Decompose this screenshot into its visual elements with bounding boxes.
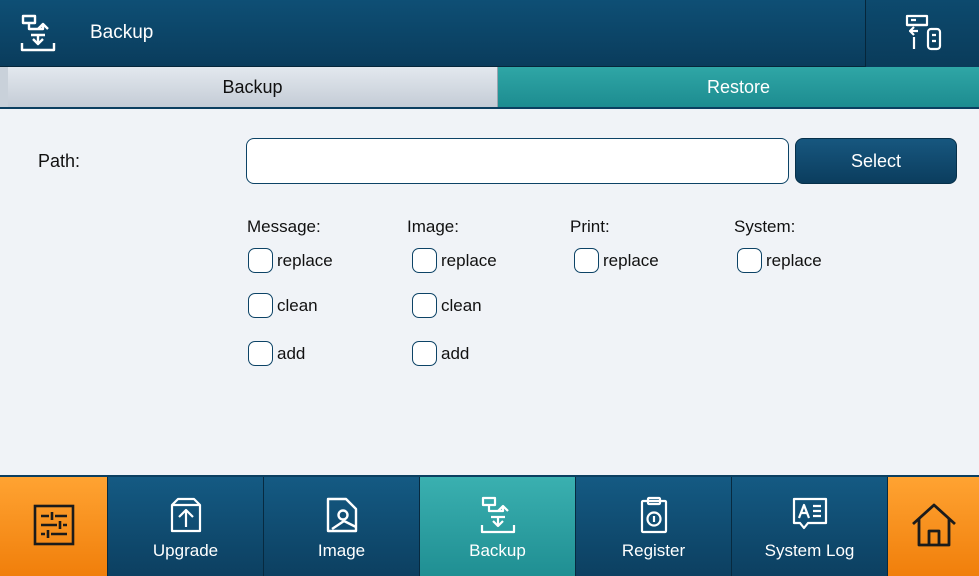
tab-bar: Backup Restore <box>8 67 979 107</box>
backup-screen: Backup Backup Restore Path: Select Messa… <box>0 0 979 576</box>
system-group-title: System: <box>734 217 796 236</box>
system-log-icon <box>792 497 827 530</box>
tab-restore[interactable]: Restore <box>498 67 979 107</box>
print-group-title: Print: <box>570 217 610 236</box>
select-button[interactable]: Select <box>795 138 957 184</box>
image-replace-checkbox[interactable] <box>412 248 437 273</box>
upgrade-icon <box>170 497 201 533</box>
image-clean-option[interactable]: clean <box>412 293 482 318</box>
bottom-navigation: Upgrade Image Backup Register System Log <box>0 475 979 576</box>
option-label: replace <box>441 250 497 270</box>
option-label: clean <box>441 295 482 315</box>
home-icon <box>911 503 956 547</box>
print-replace-checkbox[interactable] <box>574 248 599 273</box>
message-clean-checkbox[interactable] <box>248 293 273 318</box>
settings-sliders-icon <box>33 504 74 546</box>
image-tag-icon <box>326 497 357 533</box>
title-bar: Backup <box>0 0 979 67</box>
nav-image-button[interactable]: Image <box>264 477 420 576</box>
nav-upgrade-label: Upgrade <box>152 541 219 560</box>
option-label: replace <box>766 250 822 270</box>
message-group-title: Message: <box>247 217 321 236</box>
nav-home-button[interactable] <box>888 477 979 576</box>
tab-divider <box>0 107 979 109</box>
usb-transfer-icon <box>905 14 942 51</box>
option-label: replace <box>603 250 659 270</box>
path-label: Path: <box>38 151 81 171</box>
system-group: System: <box>734 216 795 238</box>
print-replace-option[interactable]: replace <box>574 248 659 273</box>
nav-backup-label: Backup <box>469 541 526 560</box>
page-title: Backup <box>90 22 154 43</box>
message-add-option[interactable]: add <box>248 341 305 366</box>
option-label: add <box>441 343 470 363</box>
nav-system-log-button[interactable]: System Log <box>732 477 888 576</box>
message-replace-checkbox[interactable] <box>248 248 273 273</box>
option-label: add <box>277 343 306 363</box>
image-replace-option[interactable]: replace <box>412 248 497 273</box>
image-add-checkbox[interactable] <box>412 341 437 366</box>
tab-strip-edge <box>0 67 8 107</box>
nav-register-label: Register <box>621 541 686 560</box>
register-icon <box>640 496 667 534</box>
image-clean-checkbox[interactable] <box>412 293 437 318</box>
system-replace-option[interactable]: replace <box>737 248 822 273</box>
nav-settings-button[interactable] <box>0 477 108 576</box>
option-label: replace <box>277 250 333 270</box>
usb-transfer-button[interactable] <box>865 0 979 67</box>
nav-system-log-label: System Log <box>764 541 855 560</box>
image-group: Image: <box>407 216 459 238</box>
message-replace-option[interactable]: replace <box>248 248 333 273</box>
message-clean-option[interactable]: clean <box>248 293 318 318</box>
system-replace-checkbox[interactable] <box>737 248 762 273</box>
nav-backup-button[interactable]: Backup <box>420 477 576 576</box>
option-label: clean <box>277 295 318 315</box>
nav-upgrade-button[interactable]: Upgrade <box>108 477 264 576</box>
message-group: Message: <box>247 216 321 238</box>
nav-register-button[interactable]: Register <box>576 477 732 576</box>
backup-icon <box>480 496 515 534</box>
image-group-title: Image: <box>407 217 459 236</box>
image-add-option[interactable]: add <box>412 341 469 366</box>
tab-backup[interactable]: Backup <box>8 67 498 107</box>
nav-image-label: Image <box>317 541 366 560</box>
message-add-checkbox[interactable] <box>248 341 273 366</box>
print-group: Print: <box>570 216 610 238</box>
path-input[interactable] <box>246 138 789 184</box>
backup-icon <box>18 13 58 53</box>
